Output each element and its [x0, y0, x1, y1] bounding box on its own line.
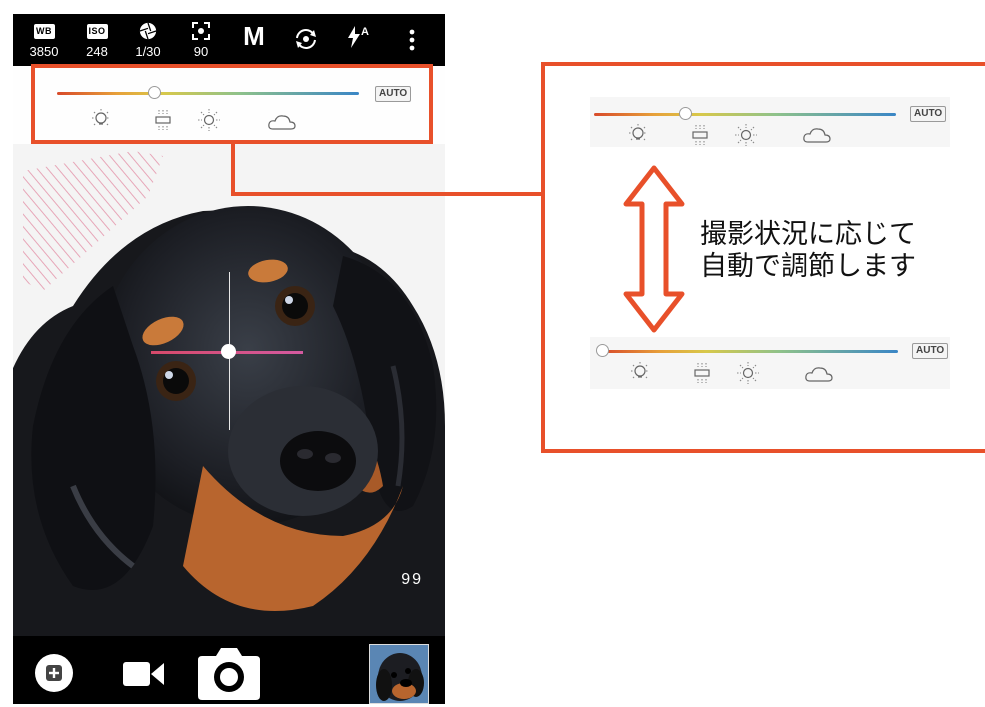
daylight-icon — [734, 123, 758, 147]
more-vert-icon — [409, 29, 415, 51]
preview-bottom-track — [602, 350, 898, 353]
callout-text-line1: 撮影状況に応じて — [700, 219, 916, 249]
camera-toolbar: WB 3850 ISO 248 1/30 90 M A — [13, 14, 445, 66]
shutter-value: 1/30 — [135, 44, 161, 59]
focus-button[interactable]: 90 — [178, 14, 224, 66]
flash-button[interactable]: A — [335, 14, 381, 66]
callout-text: 撮影状況に応じて 自動で調節します — [700, 218, 916, 282]
preview-slider-bottom: AUTO — [590, 337, 950, 389]
iso-icon: ISO — [86, 23, 108, 39]
aperture-icon — [139, 22, 157, 40]
fluorescent-icon — [688, 123, 712, 147]
connector-horizontal — [231, 192, 545, 196]
preview-bottom-thumb — [596, 344, 609, 357]
daylight-icon — [736, 361, 760, 385]
wb-value: 3850 — [29, 44, 59, 59]
switch-camera-button[interactable] — [283, 14, 329, 66]
highlight-box — [31, 64, 433, 144]
shutter-speed-button[interactable]: 1/30 — [125, 14, 171, 66]
viewfinder[interactable]: 99 AUTO — [13, 66, 445, 636]
flash-auto-label: A — [361, 26, 369, 38]
shot-counter: 99 — [401, 571, 423, 588]
focus-frame-icon — [192, 22, 210, 40]
mode-label: M — [243, 20, 265, 51]
thumbnail-image — [370, 645, 428, 703]
camera-bottom-bar — [13, 636, 445, 704]
cloudy-icon — [802, 125, 832, 145]
preview-bottom-auto: AUTO — [912, 343, 949, 359]
incandescent-icon — [628, 361, 652, 385]
callout-text-line2: 自動で調節します — [700, 251, 916, 281]
preview-slider-top: AUTO — [590, 97, 950, 147]
preview-top-track — [594, 113, 896, 116]
more-options-button[interactable] — [389, 14, 435, 66]
plus-icon — [46, 665, 62, 681]
preview-top-thumb — [678, 107, 692, 120]
connector-vertical — [231, 144, 235, 196]
shutter-camera-icon — [198, 648, 260, 700]
cloudy-icon — [804, 364, 834, 384]
gallery-thumbnail[interactable] — [369, 644, 429, 704]
camera-switch-icon — [296, 29, 316, 49]
preview-top-auto: AUTO — [910, 106, 947, 122]
white-balance-button[interactable]: WB 3850 — [21, 14, 67, 66]
double-arrow-icon — [623, 165, 685, 333]
wb-icon: WB — [33, 23, 55, 39]
shutter-button[interactable] — [196, 642, 262, 700]
level-center-dot[interactable] — [221, 344, 236, 359]
fluorescent-icon — [690, 361, 714, 385]
add-button[interactable] — [35, 654, 73, 692]
focus-value: 90 — [193, 44, 209, 59]
iso-button[interactable]: ISO 248 — [74, 14, 120, 66]
iso-value: 248 — [86, 44, 108, 59]
mode-button[interactable]: M — [231, 14, 277, 66]
flash-auto-icon — [348, 26, 361, 48]
video-camera-icon[interactable] — [123, 660, 165, 688]
incandescent-icon — [626, 123, 650, 147]
